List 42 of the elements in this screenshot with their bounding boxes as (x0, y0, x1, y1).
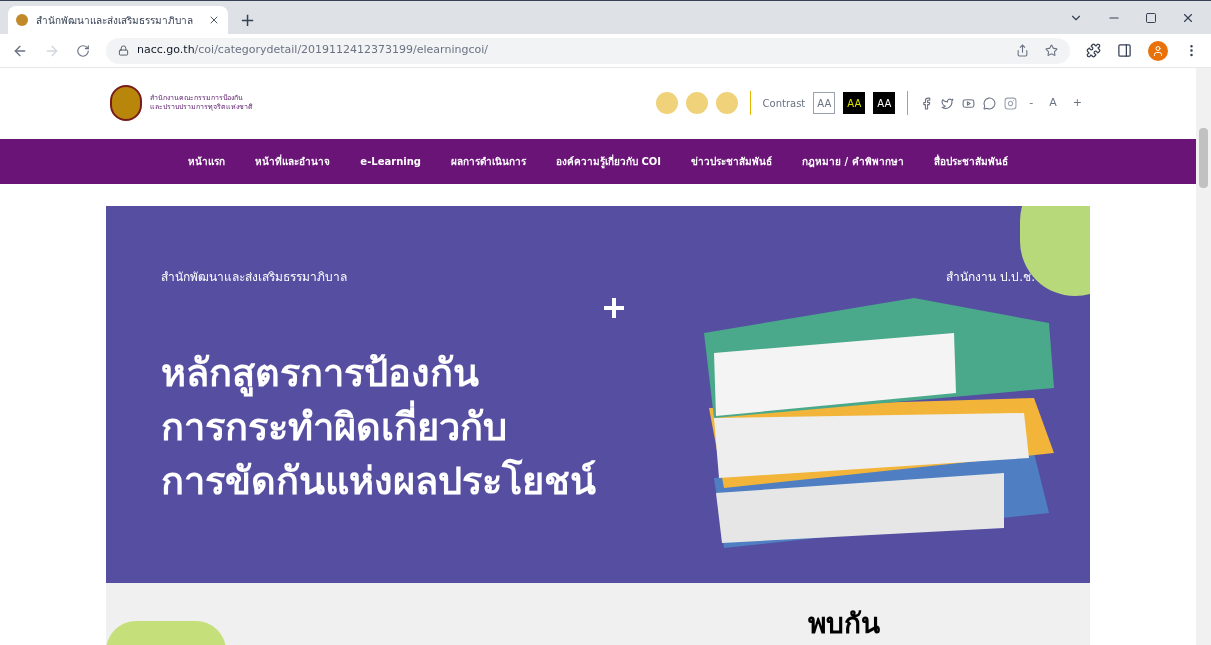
banner-caption: สำนักงาน ป.ป.ช. (945, 269, 1035, 286)
nav-link[interactable]: หน้าแรก (188, 153, 226, 169)
side-panel-icon[interactable] (1117, 43, 1132, 58)
font-size-button[interactable]: A (1045, 95, 1061, 112)
maximize-icon[interactable] (1145, 11, 1157, 24)
section-heading: พบกัน (808, 606, 880, 642)
tab-title: สำนักพัฒนาและส่งเสริมธรรมาภิบาล (36, 13, 193, 28)
profile-avatar[interactable] (1148, 40, 1168, 61)
instagram-icon[interactable] (1004, 96, 1018, 110)
browser-tab[interactable]: สำนักพัฒนาและส่งเสริมธรรมาภิบาล (8, 6, 228, 34)
twitter-icon[interactable] (941, 96, 955, 110)
banner-title: การกระทำผิดเกี่ยวกับ (161, 400, 1035, 454)
new-tab-button[interactable]: + (228, 6, 268, 34)
nav-link[interactable]: หน้าที่และอำนาจ (255, 153, 331, 169)
banner-caption: สำนักพัฒนาและส่งเสริมธรรมาภิบาล (161, 269, 347, 286)
contrast-button[interactable]: AA (873, 92, 896, 115)
star-icon[interactable] (1045, 44, 1058, 57)
banner-title: หลักสูตรการป้องกัน (161, 350, 480, 399)
close-icon[interactable] (208, 14, 220, 26)
contrast-button[interactable]: AA (843, 92, 866, 115)
banner-title: การขัดกันแห่งผลประโยชน์ (161, 457, 597, 505)
contrast-button[interactable]: AA (813, 92, 836, 115)
nav-link[interactable]: สื่อประชาสัมพันธ์ (933, 153, 1008, 169)
address-bar[interactable]: nacc.go.th/coi/categorydetail/2019112412373199/elearningcoi/ (106, 37, 1070, 64)
nav-link[interactable]: ผลการดำเนินการ (450, 153, 526, 169)
chat-icon[interactable] (983, 96, 997, 110)
nav-link[interactable]: ข่าวประชาสัมพันธ์ (691, 153, 772, 169)
font-size-button[interactable]: - (1025, 95, 1038, 112)
font-size-button[interactable]: + (1068, 95, 1086, 112)
contrast-label: Contrast (762, 96, 806, 111)
nav-link[interactable]: e-Learning (360, 153, 421, 169)
nav-link[interactable]: องค์ความรู้เกี่ยวกับ COI (555, 153, 661, 169)
nav-link[interactable]: กฎหมาย / คำพิพากษา (802, 153, 904, 169)
url-text: nacc.go.th/coi/categorydetail/2019112412373199/elearningcoi/ (137, 42, 488, 59)
reload-icon[interactable] (76, 43, 90, 58)
lock-icon (118, 45, 129, 56)
youtube-icon[interactable] (962, 96, 976, 110)
plus-icon (604, 298, 624, 318)
logo-icon (110, 85, 142, 122)
favicon-icon (16, 14, 28, 26)
share-icon[interactable] (1016, 44, 1029, 57)
extensions-icon[interactable] (1086, 43, 1101, 58)
